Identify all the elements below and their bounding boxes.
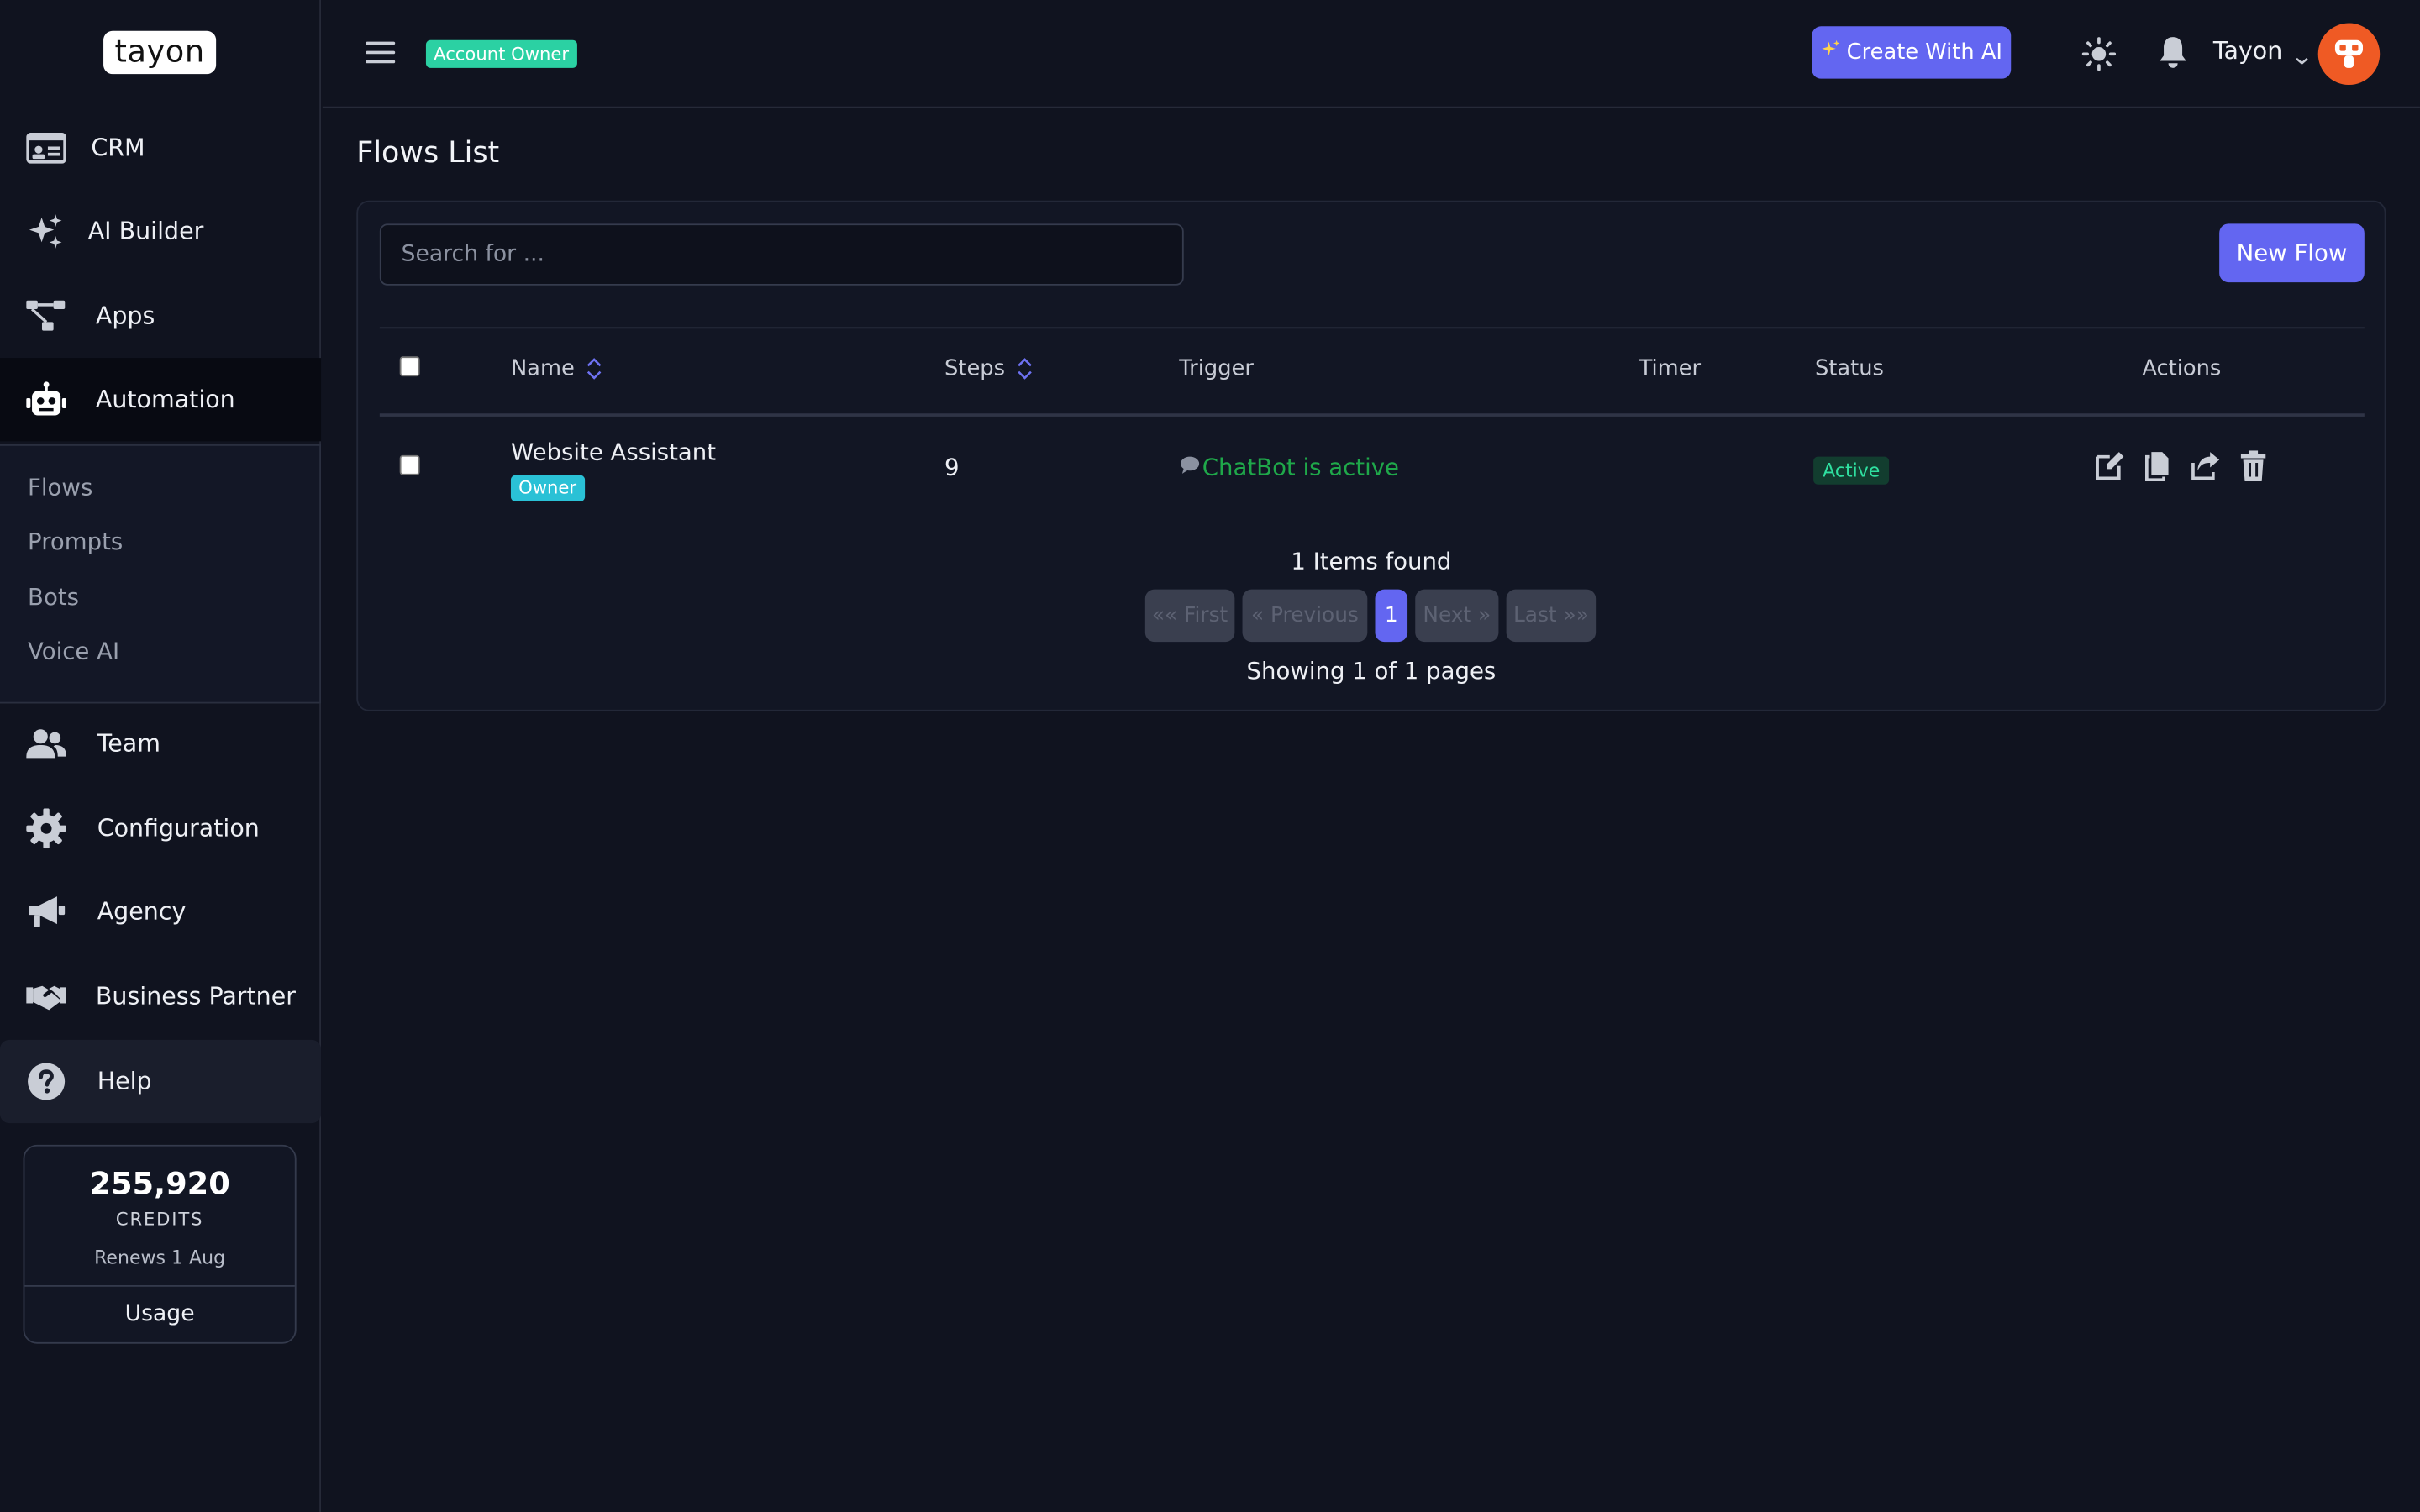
sitemap-icon	[26, 297, 66, 337]
id-card-icon	[26, 128, 66, 168]
sparkles-icon	[26, 212, 66, 252]
column-header-label: Name	[510, 356, 575, 381]
items-found-count: 1 Items found	[1291, 548, 1452, 576]
robot-icon	[26, 380, 66, 420]
handshake-icon	[26, 977, 66, 1017]
status-badge: Active	[1813, 456, 1890, 485]
sidebar-item-label: Apps	[95, 302, 155, 331]
submenu-item-flows[interactable]: Flows	[28, 474, 92, 501]
new-flow-button[interactable]: New Flow	[2219, 223, 2365, 283]
sidebar-item-label: Team	[97, 729, 160, 758]
copy-icon[interactable]	[2144, 450, 2175, 482]
notifications-bell-icon[interactable]	[2158, 35, 2189, 69]
pagination-summary: Showing 1 of 1 pages	[1246, 657, 1497, 685]
sidebar-item-team[interactable]: Team	[0, 702, 321, 785]
automation-submenu: Flows Prompts Bots Voice AI	[0, 444, 322, 704]
flow-trigger: ChatBot is active	[1179, 454, 1399, 481]
credits-card: 255,920 CREDITS Renews 1 Aug Usage	[23, 1144, 297, 1344]
pagination-first-button[interactable]: «« First	[1144, 589, 1235, 643]
flow-steps: 9	[944, 453, 960, 482]
owner-badge: Owner	[510, 475, 585, 501]
sidebar-item-label: Automation	[95, 386, 235, 414]
pagination-previous-button[interactable]: « Previous	[1242, 589, 1368, 643]
sparkles-icon	[1820, 39, 1839, 65]
page-title: Flows List	[356, 135, 500, 171]
column-header-actions: Actions	[2142, 356, 2221, 381]
delete-trash-icon[interactable]	[2238, 450, 2269, 482]
column-header-label: Timer	[1639, 356, 1702, 381]
credits-label: CREDITS	[115, 1208, 204, 1230]
sidebar: tayon CRM AI Builder Apps Automation Flo…	[0, 0, 322, 1512]
flow-trigger-text: ChatBot is active	[1202, 453, 1399, 482]
column-header-label: Steps	[944, 356, 1006, 381]
create-with-ai-label: Create With AI	[1846, 39, 2003, 66]
top-header: Account Owner Create With AI Tayon	[322, 0, 2420, 108]
gear-icon	[26, 808, 66, 849]
question-circle-icon	[26, 1062, 66, 1102]
share-icon[interactable]	[2190, 450, 2221, 481]
sort-icon[interactable]	[587, 356, 602, 381]
sidebar-item-agency[interactable]: Agency	[0, 870, 321, 953]
megaphone-icon	[26, 892, 66, 932]
menu-toggle-icon[interactable]	[366, 40, 397, 65]
row-checkbox[interactable]	[399, 454, 420, 475]
user-menu-name[interactable]: Tayon	[2213, 37, 2282, 65]
credits-amount: 255,920	[89, 1164, 230, 1202]
app-root: tayon CRM AI Builder Apps Automation Flo…	[0, 0, 2420, 1512]
sidebar-item-label: Configuration	[97, 814, 260, 843]
sidebar-item-label: Agency	[97, 897, 187, 927]
sidebar-item-crm[interactable]: CRM	[0, 107, 321, 190]
submenu-item-prompts[interactable]: Prompts	[28, 528, 123, 555]
select-all-checkbox[interactable]	[399, 356, 420, 377]
divider	[379, 413, 2365, 417]
search-input[interactable]	[379, 223, 1184, 286]
divider	[379, 327, 2365, 329]
column-header-name[interactable]: Name	[511, 356, 602, 381]
theme-toggle-sun-icon[interactable]	[2081, 37, 2117, 71]
sort-icon[interactable]	[1018, 356, 1033, 381]
edit-icon[interactable]	[2094, 450, 2125, 481]
sidebar-item-automation[interactable]: Automation	[0, 358, 322, 442]
pagination-next-button[interactable]: Next »	[1415, 589, 1499, 643]
sidebar-item-label: Business Partner	[95, 982, 296, 1011]
column-header-label: Trigger	[1179, 356, 1254, 381]
avatar[interactable]	[2317, 23, 2381, 86]
sidebar-item-label: CRM	[91, 134, 145, 162]
chevron-down-icon[interactable]	[2295, 45, 2309, 65]
sidebar-item-business-partner[interactable]: Business Partner	[0, 955, 321, 1038]
pagination-last-button[interactable]: Last »»	[1506, 589, 1597, 643]
sidebar-item-ai-builder[interactable]: AI Builder	[0, 190, 321, 273]
sidebar-item-label: Help	[97, 1067, 152, 1096]
users-icon	[26, 723, 66, 764]
column-header-timer: Timer	[1639, 356, 1702, 381]
sidebar-item-label: AI Builder	[87, 217, 204, 246]
column-header-status: Status	[1815, 356, 1884, 381]
sidebar-item-configuration[interactable]: Configuration	[0, 787, 321, 870]
flow-name-link[interactable]: Website Assistant	[511, 438, 716, 466]
brand-logo[interactable]: tayon	[103, 30, 217, 75]
comment-icon	[1179, 454, 1201, 481]
credits-renewal-date: Renews 1 Aug	[94, 1247, 226, 1268]
column-header-steps[interactable]: Steps	[944, 356, 1033, 381]
submenu-item-bots[interactable]: Bots	[28, 583, 79, 611]
submenu-item-voice-ai[interactable]: Voice AI	[28, 638, 119, 665]
sidebar-item-apps[interactable]: Apps	[0, 275, 321, 358]
create-with-ai-button[interactable]: Create With AI	[1812, 26, 2012, 79]
pagination-page-1-button[interactable]: 1	[1375, 589, 1408, 643]
column-header-label: Actions	[2142, 356, 2222, 381]
sidebar-item-help[interactable]: Help	[0, 1039, 322, 1124]
flows-card: New Flow Name Steps Trigger Timer Status…	[356, 200, 2386, 711]
usage-button[interactable]: Usage	[24, 1287, 294, 1344]
column-header-label: Status	[1814, 356, 1884, 381]
role-badge: Account Owner	[425, 39, 577, 68]
column-header-trigger: Trigger	[1179, 356, 1254, 381]
